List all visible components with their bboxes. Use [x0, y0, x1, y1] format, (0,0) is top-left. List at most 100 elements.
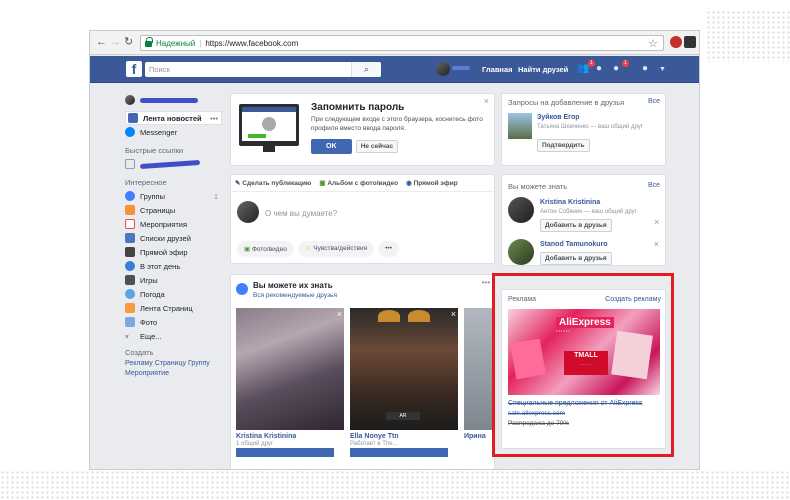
post-composer: ✎ Сделать публикацию ▣ Альбом с фото/вид… [230, 174, 495, 264]
live-video-tab[interactable]: ◉ Прямой эфир [406, 179, 458, 187]
profile-avatar[interactable] [436, 62, 450, 76]
sidebar-item-photos[interactable]: Фото [125, 315, 222, 329]
sidebar-item-friend-lists[interactable]: Списки друзей [125, 231, 222, 245]
sidebar-item-groups[interactable]: Группы 1 [125, 189, 222, 203]
more-chevron-icon: ▾ [125, 331, 129, 341]
see-all-recommended-link[interactable]: Вся рекомендуемые друзья [253, 292, 337, 299]
avatar [237, 201, 259, 223]
bookmark-star-icon[interactable]: ☆ [648, 37, 658, 50]
composer-input[interactable]: О чем вы думаете? [265, 209, 337, 218]
interests-heading: Интересное [125, 178, 167, 187]
friend-requests-card: Запросы на добавление в друзья Все Зуйко… [501, 93, 666, 166]
sidebar-item-live[interactable]: Прямой эфир [125, 245, 222, 259]
left-sidebar: Лента новостей ••• Messenger Быстрые ссы… [125, 93, 222, 379]
avatar[interactable] [508, 239, 534, 265]
more-actions-button[interactable]: ••• [378, 241, 399, 257]
calendar-icon [125, 219, 135, 229]
more-options-icon[interactable]: ••• [210, 114, 218, 123]
avatar[interactable] [508, 197, 534, 223]
add-friend-button[interactable]: Добавить в друзья [540, 252, 612, 265]
person-photo[interactable]: AR × [350, 308, 458, 430]
notifications-icon[interactable]: ● [613, 63, 619, 74]
create-ad-link[interactable]: Рекламу [125, 360, 153, 367]
sidebar-item-more[interactable]: ▾ Еще... [125, 329, 222, 343]
add-friend-button[interactable] [350, 448, 448, 457]
feeling-activity-button[interactable]: ☺ Чувства/действия [297, 241, 375, 257]
sidebar-item-pages[interactable]: Страницы [125, 203, 222, 217]
facebook-top-bar: f Поиск ⌕ Главная Найти друзей 👥 1 ● ● 1… [90, 56, 699, 83]
profile-name-scribble[interactable] [452, 66, 470, 70]
photo-video-button[interactable]: ▣ Фото/видео [237, 241, 294, 257]
sidebar-item-on-this-day[interactable]: В этот день [125, 259, 222, 273]
dismiss-icon[interactable]: × [451, 309, 456, 319]
extension-icon[interactable] [670, 36, 682, 48]
home-icon [125, 159, 135, 169]
reload-icon[interactable]: ↻ [124, 36, 133, 48]
pymk-person-card[interactable]: AR × Ella Nonye Ttn Работает в The... [350, 308, 458, 457]
sidebar-item-games[interactable]: Игры [125, 273, 222, 287]
photo-album-tab[interactable]: ▣ Альбом с фото/видео [319, 179, 398, 187]
sidebar-item-news-feed[interactable]: Лента новостей ••• [125, 111, 222, 125]
avatar [125, 95, 135, 105]
more-options-icon[interactable]: ••• [482, 278, 490, 287]
news-feed-icon [128, 113, 138, 123]
messages-icon[interactable]: ● [596, 63, 602, 74]
person-photo[interactable] [464, 308, 494, 430]
add-friend-button[interactable]: Добавить в друзья [540, 219, 612, 232]
forward-arrow-icon[interactable]: → [110, 36, 121, 48]
sidebar-item-messenger[interactable]: Messenger [125, 125, 222, 139]
pymk-person-card[interactable]: × Kristina Kristinina 1 общий друг [236, 308, 344, 457]
close-icon[interactable]: × [654, 239, 659, 249]
create-heading: Создать [125, 348, 154, 357]
nav-home[interactable]: Главная [482, 65, 513, 74]
search-icon[interactable]: ⌕ [351, 62, 381, 77]
person-photo[interactable]: × [236, 308, 344, 430]
pages-flag-icon [125, 205, 135, 215]
create-page-link[interactable]: Страницу [155, 360, 186, 367]
see-all-link[interactable]: Все [648, 182, 660, 189]
create-event-link[interactable]: Мероприятие [125, 370, 169, 377]
add-friend-button[interactable] [236, 448, 334, 457]
profile-name-scribble [140, 97, 198, 103]
avatar[interactable] [508, 113, 532, 139]
not-now-button[interactable]: Не сейчас [355, 140, 399, 153]
close-icon[interactable]: × [654, 217, 659, 227]
close-icon[interactable]: × [484, 96, 489, 106]
secure-label: Надежный [156, 38, 196, 48]
notifications-badge: 1 [622, 60, 629, 67]
remember-password-card: Запомнить пароль При следующем входе с э… [230, 93, 495, 166]
sidebar-item-events[interactable]: Мероприятия [125, 217, 222, 231]
account-menu-chevron-icon[interactable]: ▼ [659, 66, 666, 73]
create-group-link[interactable]: Группу [188, 360, 210, 367]
shortcuts-heading: Быстрые ссылки [125, 146, 184, 155]
card-description: При следующем входе с этого браузера, ко… [311, 116, 483, 132]
friend-requests-badge: 1 [588, 60, 595, 67]
address-bar[interactable]: Надежный | https://www.facebook.com ☆ [140, 35, 664, 51]
sidebar-item-shortcut[interactable] [125, 157, 222, 171]
back-arrow-icon[interactable]: ← [96, 36, 107, 48]
create-links: Рекламу Страницу Группу Мероприятие [125, 359, 222, 379]
pymk-person-card-partial[interactable]: Ирина [464, 308, 494, 443]
monitor-illustration [239, 104, 299, 152]
dismiss-icon[interactable]: × [337, 309, 342, 319]
sidebar-item-pages-feed[interactable]: Лента Страниц [125, 301, 222, 315]
games-icon [125, 275, 135, 285]
create-post-tab[interactable]: ✎ Сделать публикацию [235, 179, 311, 187]
request-name[interactable]: Зуйков Егор [537, 114, 580, 121]
help-icon[interactable]: ● [642, 63, 648, 74]
nav-find-friends[interactable]: Найти друзей [518, 65, 568, 74]
groups-icon [125, 191, 135, 201]
ok-button[interactable]: OK [311, 139, 352, 154]
pages-feed-icon [125, 303, 135, 313]
sidebar-item-weather[interactable]: Погода [125, 287, 222, 301]
sidebar-profile[interactable] [125, 93, 222, 107]
ad-highlight-box [492, 273, 674, 457]
confirm-button[interactable]: Подтвердить [537, 139, 590, 152]
extension-icon-2[interactable] [684, 36, 696, 48]
facebook-logo-icon[interactable]: f [126, 61, 142, 77]
search-input[interactable]: Поиск [145, 62, 381, 77]
browser-toolbar: ← → ↻ Надежный | https://www.facebook.co… [90, 31, 699, 55]
see-all-link[interactable]: Все [648, 98, 660, 105]
pymk-title: Вы можете их знать [253, 281, 333, 290]
lock-icon [145, 37, 153, 47]
